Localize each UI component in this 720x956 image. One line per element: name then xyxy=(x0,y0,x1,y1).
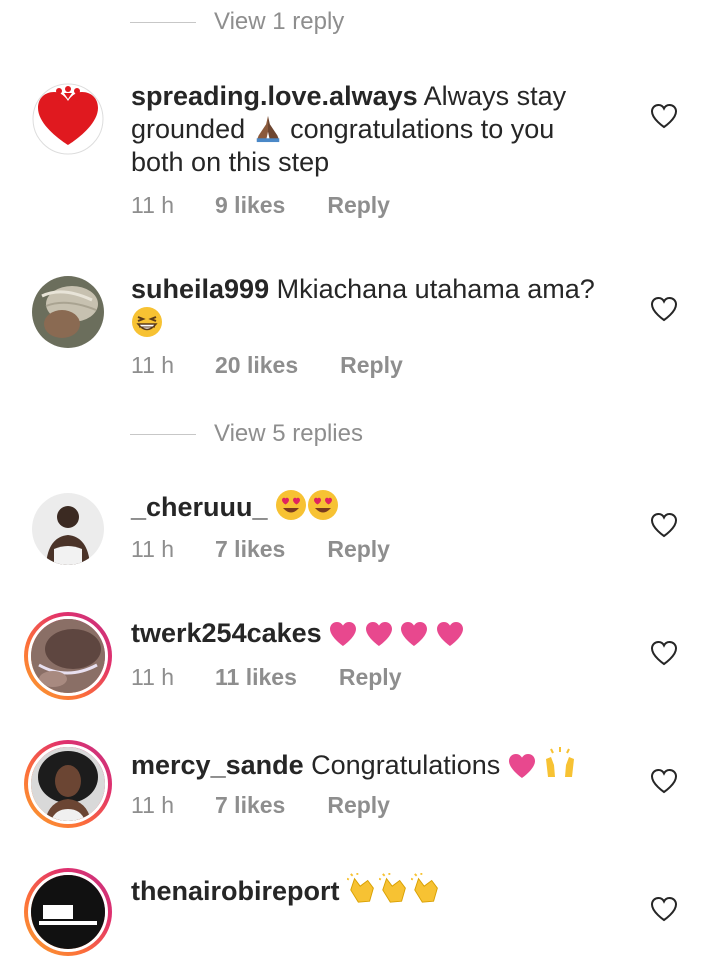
view-replies-link[interactable]: View 5 replies xyxy=(130,420,363,448)
comment-time: 11 h xyxy=(131,352,175,378)
comment-username[interactable]: suheila999 xyxy=(131,274,269,304)
avatar[interactable] xyxy=(32,276,104,348)
avatar[interactable] xyxy=(32,83,104,155)
smiling-face-with-heart-eyes-emoji-icon xyxy=(275,489,307,521)
comment-time: 11 h xyxy=(131,664,175,690)
divider xyxy=(130,21,196,23)
clapping-hands-emoji-icon xyxy=(347,873,379,905)
comment-username[interactable]: spreading.love.always xyxy=(131,81,418,111)
reply-button[interactable]: Reply xyxy=(327,536,390,563)
comment-meta: 11 h 11 likes Reply xyxy=(131,664,402,691)
clapping-hands-emoji-icon xyxy=(379,873,411,905)
comment-meta: 11 h 9 likes Reply xyxy=(131,192,390,219)
comment-meta: 11 h 7 likes Reply xyxy=(131,792,390,819)
clapping-hands-emoji-icon xyxy=(411,873,443,905)
comment-time: 11 h xyxy=(131,792,175,818)
comment-time: 11 h xyxy=(131,192,175,218)
heart-emoji-icon xyxy=(400,621,428,647)
avatar-with-story-ring[interactable] xyxy=(24,612,112,700)
comment-likes[interactable]: 9 likes xyxy=(215,192,285,219)
comment-username[interactable]: twerk254cakes xyxy=(131,618,322,648)
like-heart-icon[interactable] xyxy=(650,296,678,322)
comment-body-part: Mkiachana utahama ama? xyxy=(276,274,595,304)
reply-button[interactable]: Reply xyxy=(327,792,390,819)
reply-button[interactable]: Reply xyxy=(340,352,403,379)
reply-button[interactable]: Reply xyxy=(327,192,390,219)
comment-likes[interactable]: 20 likes xyxy=(215,352,298,379)
like-heart-icon[interactable] xyxy=(650,512,678,538)
comment-text: mercy_sande Congratulations xyxy=(131,745,601,782)
avatar-with-story-ring[interactable] xyxy=(24,740,112,828)
like-heart-icon[interactable] xyxy=(650,768,678,794)
raising-hands-emoji-icon xyxy=(543,745,577,779)
comment-text: thenairobireport xyxy=(131,873,601,908)
comment-likes[interactable]: 7 likes xyxy=(215,536,285,563)
heart-emoji-icon xyxy=(508,753,536,779)
reply-button[interactable]: Reply xyxy=(339,664,402,691)
comment-text: twerk254cakes xyxy=(131,617,601,650)
comment-likes[interactable]: 11 likes xyxy=(215,664,297,691)
comment-text: suheila999 Mkiachana utahama ama? xyxy=(131,273,601,341)
heart-emoji-icon xyxy=(365,621,393,647)
avatar[interactable] xyxy=(32,493,104,565)
like-heart-icon[interactable] xyxy=(650,896,678,922)
heart-emoji-icon xyxy=(329,621,357,647)
avatar-with-story-ring[interactable] xyxy=(24,868,112,956)
like-heart-icon[interactable] xyxy=(650,103,678,129)
comment-body-part: Congratulations xyxy=(311,750,501,780)
view-replies-label: View 1 reply xyxy=(214,8,345,35)
comment-meta: 11 h 7 likes Reply xyxy=(131,536,390,563)
comment-text: spreading.love.always Always stay ground… xyxy=(131,80,601,179)
comment-text: _cheruuu_ xyxy=(131,489,601,524)
comment-username[interactable]: _cheruuu_ xyxy=(131,492,268,522)
smiling-face-with-heart-eyes-emoji-icon xyxy=(307,489,339,521)
grinning-squinting-face-emoji-icon xyxy=(131,306,163,338)
comment-time: 11 h xyxy=(131,536,175,562)
comment-username[interactable]: mercy_sande xyxy=(131,750,304,780)
comment-likes[interactable]: 7 likes xyxy=(215,792,285,819)
comment-meta: 11 h 20 likes Reply xyxy=(131,352,403,379)
view-replies-label: View 5 replies xyxy=(214,420,363,447)
folded-hands-emoji-icon xyxy=(253,113,283,143)
divider xyxy=(130,433,196,435)
like-heart-icon[interactable] xyxy=(650,640,678,666)
view-replies-link[interactable]: View 1 reply xyxy=(130,8,344,36)
heart-emoji-icon xyxy=(436,621,464,647)
comment-username[interactable]: thenairobireport xyxy=(131,876,340,906)
